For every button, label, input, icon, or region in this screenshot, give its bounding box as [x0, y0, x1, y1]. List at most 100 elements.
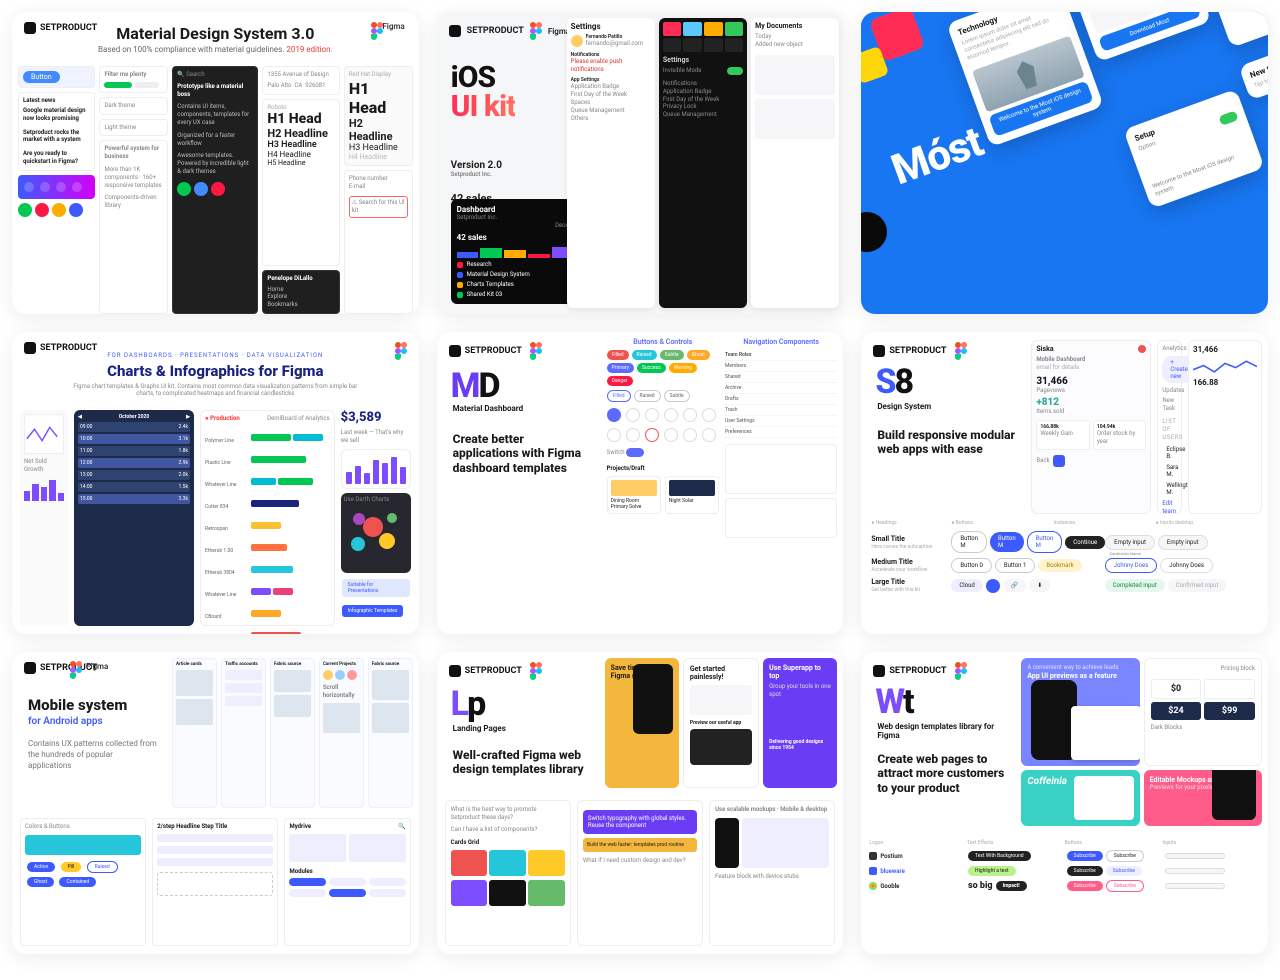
card-material-design-system[interactable]: SETPRODUCT Figma Material Design System … [12, 12, 419, 314]
list-item[interactable]: Updates [1162, 387, 1177, 395]
back-button[interactable]: Back [1036, 457, 1049, 465]
button[interactable]: Subscribe [1067, 866, 1103, 876]
product-logo: Lp [451, 684, 485, 724]
card-material-dashboard[interactable]: SETPRODUCT MD Material Dashboard Create … [437, 332, 844, 634]
button[interactable]: Subscribe [1106, 850, 1144, 862]
button[interactable]: Subscribe [1067, 881, 1103, 891]
input[interactable]: Empty input [1105, 535, 1155, 550]
card-tagline: Well-crafted Figma web design templates … [453, 748, 593, 777]
button[interactable]: Cloud [951, 579, 982, 592]
form-field[interactable]: 1355 Avenue of Design [267, 71, 334, 79]
user-row[interactable]: Eclipse B. [1166, 446, 1185, 460]
menu-item[interactable]: E-mail [349, 183, 408, 191]
list-item[interactable]: Charts Templates [467, 281, 514, 288]
list-item[interactable]: Research [467, 261, 492, 268]
chip[interactable]: Pill [61, 862, 82, 872]
list-item[interactable]: First Day of the Week [571, 91, 651, 99]
nav-item[interactable]: Shared [725, 372, 837, 383]
product-logo: MD [451, 366, 499, 406]
button[interactable]: Subscribe [1106, 880, 1144, 892]
list-item[interactable]: New Task [1162, 397, 1177, 413]
list-item[interactable]: Queue Management [571, 107, 651, 115]
hero-previews: Save time with Figma system Get started … [605, 658, 838, 788]
input[interactable]: Completed input [1105, 579, 1165, 592]
chip[interactable]: Ghost [687, 350, 710, 360]
chip[interactable]: Subtle [664, 390, 690, 402]
link[interactable]: Edit team [1162, 500, 1177, 516]
input[interactable]: Confirmed input [1168, 579, 1227, 592]
chip[interactable]: Raised [87, 861, 118, 873]
chip[interactable]: Subtle [660, 350, 684, 360]
nav-item[interactable]: Members [725, 361, 837, 372]
figma-label: Figma [86, 662, 108, 671]
card-mobile-system[interactable]: SETPRODUCT Figma Mobile system for Andro… [12, 652, 419, 954]
card-label[interactable]: Dining Room Primary Solve [611, 498, 642, 510]
list-item[interactable]: Privacy Lock [663, 103, 743, 111]
button[interactable]: Button M [951, 531, 987, 553]
chip[interactable]: Raised [634, 390, 661, 402]
list-item[interactable]: Shared Kit 03 [467, 291, 503, 298]
news-item[interactable]: Setproduct rocks the market with a syste… [23, 129, 90, 145]
menu-item[interactable]: Phone number [349, 175, 408, 183]
nav-item[interactable]: Preferences [725, 427, 837, 438]
tag-button[interactable]: Suitable for Presentations [342, 579, 410, 597]
chip[interactable]: Success [637, 363, 666, 373]
component-matrix: ● Headings● ButtonsInstances● Inputs des… [871, 520, 1258, 624]
search-label[interactable]: Search [186, 71, 204, 78]
chip[interactable]: Contained [59, 877, 96, 887]
card-most[interactable]: Móst Technology Lorem ipsum dolor sit am… [861, 12, 1268, 314]
tab[interactable]: Analytics [1162, 345, 1186, 352]
user-row[interactable]: Sara M. [1166, 464, 1178, 478]
card-web-templates[interactable]: SETPRODUCT Wt Web design templates libra… [861, 652, 1268, 954]
chip[interactable]: Action [27, 862, 55, 872]
chip[interactable]: Danger [607, 376, 633, 386]
card-tagline: Create better applications with Figma da… [453, 432, 593, 475]
nav-item[interactable]: Team Roles [725, 350, 837, 361]
chip[interactable]: Primary [607, 363, 634, 373]
list-item[interactable]: Others [571, 115, 651, 123]
menu-item[interactable]: Home [267, 286, 334, 294]
input[interactable]: Empty input [1158, 535, 1208, 550]
news-item[interactable]: Google material design now looks promisi… [23, 107, 90, 123]
list-item[interactable]: Queue Management [663, 111, 743, 119]
phone-previews: Technology Lorem ipsum dolor sit amet co… [865, 12, 1268, 314]
card-landing-pages[interactable]: SETPRODUCT Lp Landing Pages Well-crafted… [437, 652, 844, 954]
button[interactable]: Button M [1027, 531, 1063, 553]
button[interactable]: Button M [990, 532, 1024, 552]
news-item[interactable]: Are you ready to quickstart in Figma? [23, 150, 90, 166]
card-charts-infographics[interactable]: SETPRODUCT FOR DASHBOARDS · PRESENTATION… [12, 332, 419, 634]
gallery-grid: SETPRODUCT Figma Material Design System … [12, 12, 1268, 954]
card-ios-ui-kit[interactable]: SETPRODUCT Figma iOSUI kit Version 2.0Se… [437, 12, 844, 314]
bottom-nav[interactable] [18, 175, 95, 199]
button[interactable]: Subscribe [1106, 866, 1142, 876]
input[interactable]: Johnny Does [1160, 558, 1213, 573]
card-label[interactable]: Night Solar [669, 498, 694, 504]
menu-item[interactable]: Bookmarks [267, 301, 334, 309]
nav-item[interactable]: Archive [725, 383, 837, 394]
nav-item[interactable]: Drafts [725, 394, 837, 405]
list-item[interactable]: Application Badge [571, 83, 651, 91]
product-name: Web design templates library for Figma [877, 722, 997, 740]
list-item[interactable]: Application Badge [663, 88, 743, 96]
chip[interactable]: Filled [607, 390, 631, 402]
search-input[interactable]: ⚠ Search for this UI kit [349, 196, 408, 218]
list-item[interactable]: Added new object [755, 41, 835, 49]
chip[interactable]: Ghost [27, 877, 54, 887]
nav-item[interactable]: User Settings [725, 416, 837, 427]
button[interactable]: Continue [1065, 536, 1105, 549]
type-h3: H3 Headline [267, 140, 334, 150]
tag-button[interactable]: Infographic Templates [342, 605, 404, 617]
chip[interactable]: Warning [669, 363, 697, 373]
chip[interactable]: Raised [632, 350, 657, 360]
menu-item[interactable]: Explore [267, 293, 334, 301]
list-item[interactable]: Spaces [571, 99, 651, 107]
button-chip[interactable]: Button [23, 71, 60, 83]
button[interactable]: Subscribe [1067, 851, 1103, 861]
list-item[interactable]: Material Design System [467, 271, 530, 278]
list-item[interactable]: First Day of the Week [663, 96, 743, 104]
card-s8-design-system[interactable]: SETPRODUCT S8 Design System Build respon… [861, 332, 1268, 634]
chip[interactable]: Filled [607, 350, 629, 360]
button[interactable]: Bookmark [1038, 559, 1081, 572]
list-item[interactable]: Invisible Mode [663, 67, 702, 75]
nav-item[interactable]: Trash [725, 405, 837, 416]
